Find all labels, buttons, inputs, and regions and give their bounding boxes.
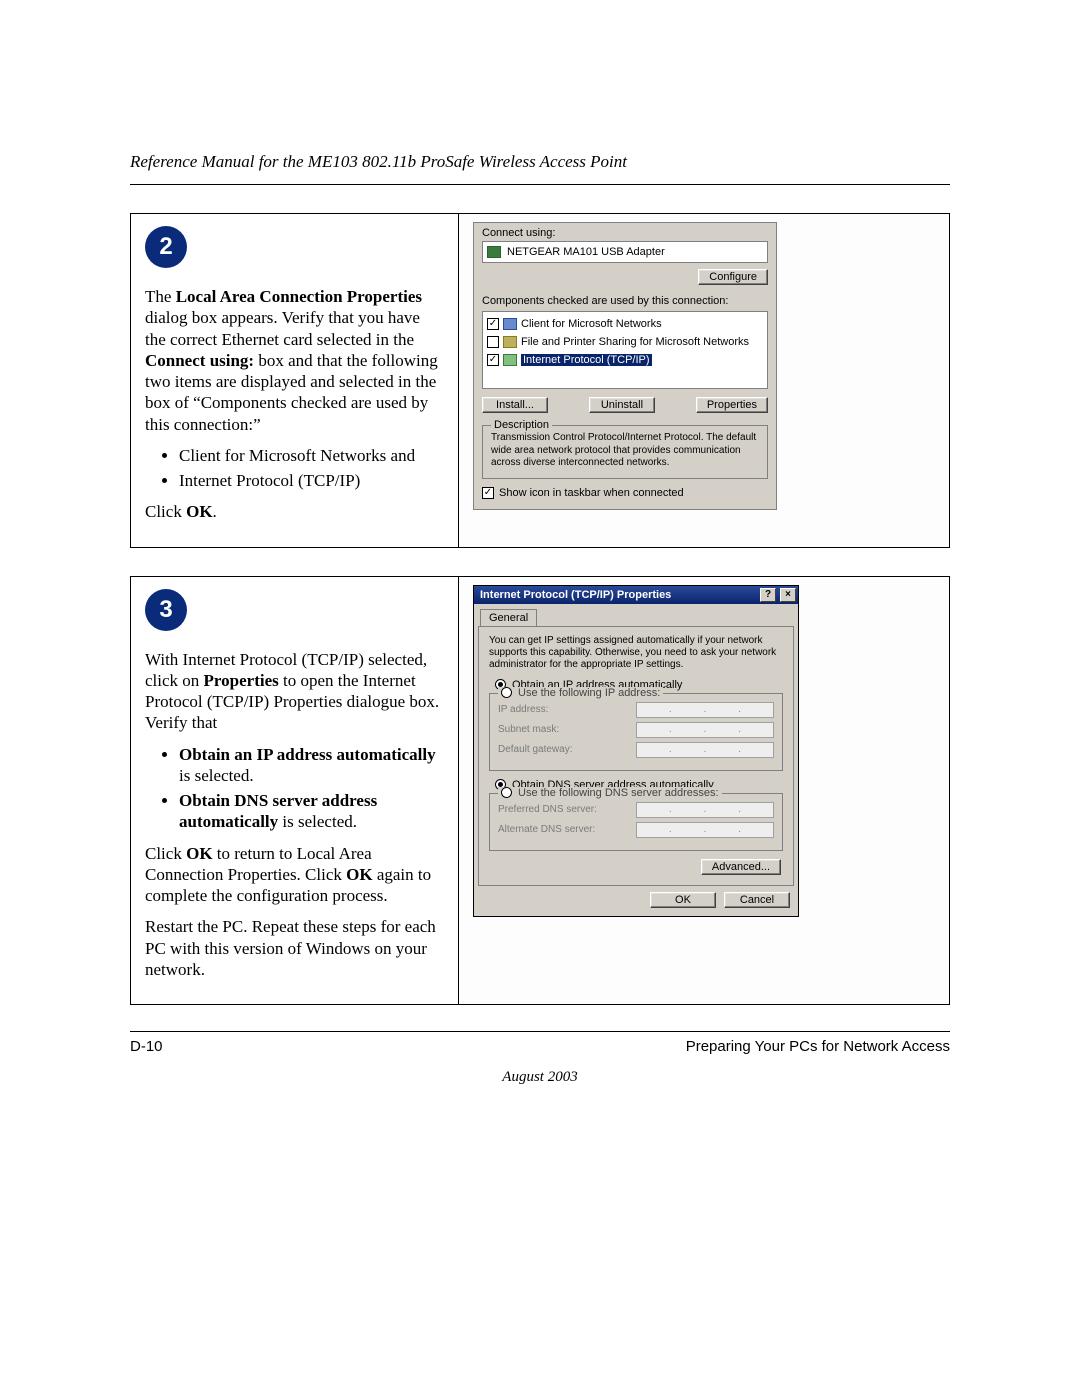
checkbox-checked-icon[interactable]: [487, 318, 499, 330]
radio-unselected-icon[interactable]: [501, 687, 512, 698]
components-label: Components checked are used by this conn…: [482, 295, 768, 307]
footer-section-title: Preparing Your PCs for Network Access: [686, 1038, 950, 1055]
step-3-bullet-2: Obtain DNS server address automatically …: [179, 790, 444, 833]
lan-properties-window: Connect using: NETGEAR MA101 USB Adapter…: [473, 222, 777, 510]
radio-use-following-ip[interactable]: Use the following IP address:: [518, 687, 660, 699]
step-3-bullet-1: Obtain an IP address automatically is se…: [179, 744, 444, 787]
dialog-title-text: Internet Protocol (TCP/IP) Properties: [480, 589, 671, 601]
footer-rule: [130, 1031, 950, 1032]
alternate-dns-field: ...: [636, 822, 774, 838]
subnet-mask-label: Subnet mask:: [498, 724, 559, 735]
advanced-button[interactable]: Advanced...: [701, 859, 781, 875]
default-gateway-field: ...: [636, 742, 774, 758]
ip-address-field: ...: [636, 702, 774, 718]
components-listbox[interactable]: Client for Microsoft Networks File and P…: [482, 311, 768, 389]
header-rule: [130, 184, 950, 185]
radio-unselected-icon[interactable]: [501, 787, 512, 798]
cancel-button[interactable]: Cancel: [724, 892, 790, 908]
close-button[interactable]: ×: [780, 588, 796, 602]
client-icon: [503, 318, 517, 330]
connect-using-label: Connect using:: [482, 227, 768, 239]
tab-general[interactable]: General: [480, 609, 537, 626]
running-header: Reference Manual for the ME103 802.11b P…: [130, 152, 950, 172]
step-2-row: 2 The Local Area Connection Properties d…: [130, 213, 950, 548]
dialog-titlebar: Internet Protocol (TCP/IP) Properties ? …: [474, 586, 798, 604]
preferred-dns-field: ...: [636, 802, 774, 818]
adapter-field[interactable]: NETGEAR MA101 USB Adapter: [482, 241, 768, 263]
step-2-badge: 2: [145, 226, 187, 268]
page-number: D-10: [130, 1038, 163, 1055]
tcpip-properties-dialog: Internet Protocol (TCP/IP) Properties ? …: [473, 585, 799, 917]
description-fieldset: Description Transmission Control Protoco…: [482, 425, 768, 479]
tcpip-selected-label: Internet Protocol (TCP/IP): [521, 354, 652, 366]
step-3-badge: 3: [145, 589, 187, 631]
subnet-mask-field: ...: [636, 722, 774, 738]
step-2-para-1: The Local Area Connection Properties dia…: [145, 286, 444, 435]
static-ip-group: Use the following IP address: IP address…: [489, 693, 783, 771]
step-2-text-cell: 2 The Local Area Connection Properties d…: [131, 214, 459, 547]
alternate-dns-label: Alternate DNS server:: [498, 824, 595, 835]
step-3-para-3: Restart the PC. Repeat these steps for e…: [145, 916, 444, 980]
step-2-bullet-1: Client for Microsoft Networks and: [179, 445, 444, 466]
step-3-text-cell: 3 With Internet Protocol (TCP/IP) select…: [131, 577, 459, 1005]
help-button[interactable]: ?: [760, 588, 776, 602]
component-client-ms[interactable]: Client for Microsoft Networks: [487, 315, 763, 333]
ok-button[interactable]: OK: [650, 892, 716, 908]
network-adapter-icon: [487, 246, 501, 258]
description-legend: Description: [491, 419, 552, 431]
component-tcpip[interactable]: Internet Protocol (TCP/IP): [487, 351, 763, 369]
configure-button[interactable]: Configure: [698, 269, 768, 285]
step-3-screenshot-cell: Internet Protocol (TCP/IP) Properties ? …: [459, 577, 949, 1005]
preferred-dns-label: Preferred DNS server:: [498, 804, 597, 815]
step-3-row: 3 With Internet Protocol (TCP/IP) select…: [130, 576, 950, 1006]
checkbox-checked-icon[interactable]: [487, 354, 499, 366]
checkbox-unchecked-icon[interactable]: [487, 336, 499, 348]
intro-text: You can get IP settings assigned automat…: [489, 635, 783, 671]
uninstall-button[interactable]: Uninstall: [589, 397, 655, 413]
footer-date: August 2003: [130, 1069, 950, 1086]
step-3-para-1: With Internet Protocol (TCP/IP) selected…: [145, 649, 444, 734]
protocol-icon: [503, 354, 517, 366]
step-2-screenshot-cell: Connect using: NETGEAR MA101 USB Adapter…: [459, 214, 949, 547]
install-button[interactable]: Install...: [482, 397, 548, 413]
checkbox-checked-icon[interactable]: [482, 487, 494, 499]
step-2-bullet-2: Internet Protocol (TCP/IP): [179, 470, 444, 491]
component-file-print-sharing[interactable]: File and Printer Sharing for Microsoft N…: [487, 333, 763, 351]
printer-sharing-icon: [503, 336, 517, 348]
step-2-para-2: Click OK.: [145, 501, 444, 522]
default-gateway-label: Default gateway:: [498, 744, 573, 755]
show-icon-checkbox-row[interactable]: Show icon in taskbar when connected: [482, 487, 768, 499]
static-dns-group: Use the following DNS server addresses: …: [489, 793, 783, 851]
properties-button[interactable]: Properties: [696, 397, 768, 413]
tab-strip: General: [474, 604, 798, 626]
description-text: Transmission Control Protocol/Internet P…: [491, 432, 759, 470]
step-3-para-2: Click OK to return to Local Area Connect…: [145, 843, 444, 907]
adapter-name: NETGEAR MA101 USB Adapter: [507, 246, 665, 258]
radio-use-following-dns[interactable]: Use the following DNS server addresses:: [518, 787, 719, 799]
ip-address-label: IP address:: [498, 704, 548, 715]
